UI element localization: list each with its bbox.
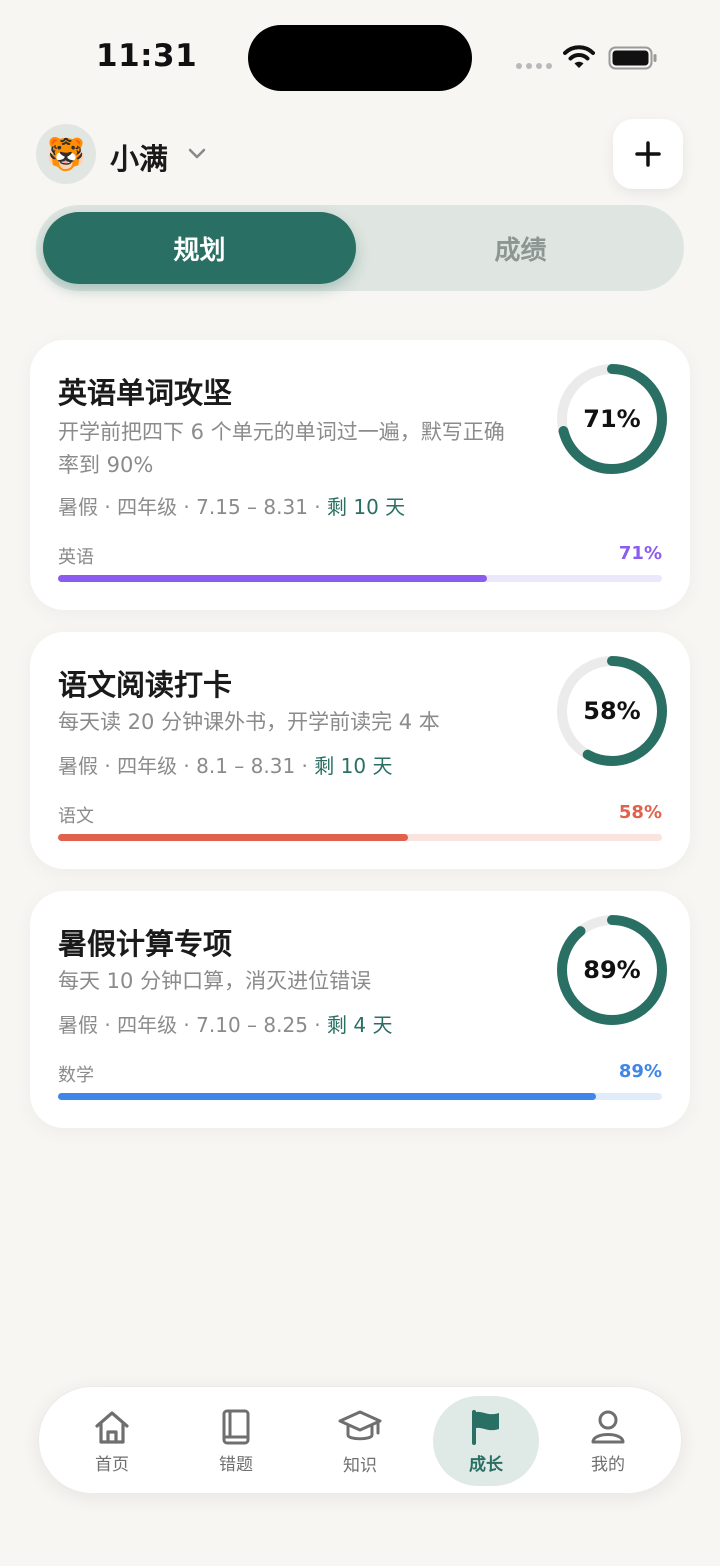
progress-percent: 71% [618, 543, 662, 564]
status-time: 11:31 [96, 38, 198, 74]
progress-ring: 89% [556, 914, 668, 1026]
progress-ring-label: 58% [583, 697, 641, 725]
nav-knowledge[interactable]: 知识 [305, 1387, 415, 1495]
nav-label: 知识 [343, 1455, 377, 1476]
nav-growth[interactable]: 成长 [431, 1387, 541, 1495]
plan-meta: 暑假 · 四年级 · 7.15 – 8.31 · 剩 10 天 [58, 491, 405, 520]
progress-bar-fill [58, 1093, 596, 1100]
add-plan-button[interactable] [613, 119, 683, 189]
nav-home[interactable]: 首页 [57, 1387, 167, 1495]
plan-title: 英语单词攻坚 [58, 376, 233, 410]
plan-card-math[interactable]: 暑假计算专项 每天 10 分钟口算，消灭进位错误 暑假 · 四年级 · 7.10… [30, 891, 690, 1128]
graduation-cap-icon [338, 1410, 382, 1440]
plan-description: 开学前把四下 6 个单元的单词过一遍，默写正确率到 90% [58, 420, 505, 477]
progress-ring-label: 71% [583, 405, 641, 433]
nav-label: 成长 [469, 1454, 503, 1475]
plan-title: 暑假计算专项 [58, 927, 233, 961]
nav-profile[interactable]: 我的 [553, 1387, 663, 1495]
progress-bar-fill [58, 834, 409, 841]
chevron-down-icon[interactable] [186, 142, 208, 164]
plan-meta: 暑假 · 四年级 · 7.10 – 8.25 · 剩 4 天 [58, 1009, 392, 1038]
progress-percent: 58% [618, 802, 662, 823]
person-icon [591, 1410, 625, 1443]
plan-card-english[interactable]: 英语单词攻坚 开学前把四下 6 个单元的单词过一遍，默写正确率到 90% 暑假 … [30, 340, 690, 610]
plan-meta-text: 暑假 · 四年级 · 7.15 – 8.31 · [58, 495, 327, 519]
plan-card-chinese[interactable]: 语文阅读打卡 每天读 20 分钟课外书，开学前读完 4 本 暑假 · 四年级 ·… [30, 632, 690, 869]
status-bar: 11:31 [0, 0, 720, 110]
days-remaining: 剩 4 天 [327, 1013, 393, 1037]
progress-percent: 89% [618, 1061, 662, 1082]
battery-icon [608, 46, 657, 70]
tab-plan[interactable]: 规划 [43, 212, 356, 284]
book-icon [222, 1409, 250, 1444]
nav-mistakes[interactable]: 错题 [181, 1387, 291, 1495]
home-icon [95, 1410, 129, 1444]
plan-description: 每天 10 分钟口算，消灭进位错误 [58, 969, 372, 993]
subject-label: 英语 [58, 547, 94, 568]
plan-meta-text: 暑假 · 四年级 · 7.10 – 8.25 · [58, 1013, 327, 1037]
progress-bar [58, 834, 662, 841]
plan-meta-text: 暑假 · 四年级 · 8.1 – 8.31 · [58, 754, 315, 778]
flag-icon [472, 1409, 499, 1445]
cellular-signal-icon [516, 63, 552, 69]
days-remaining: 剩 10 天 [327, 495, 406, 519]
days-remaining: 剩 10 天 [314, 754, 393, 778]
plus-icon [635, 141, 661, 167]
plan-meta: 暑假 · 四年级 · 8.1 – 8.31 · 剩 10 天 [58, 750, 392, 779]
plan-description: 每天读 20 分钟课外书，开学前读完 4 本 [58, 710, 440, 734]
user-name[interactable]: 小满 [110, 136, 168, 178]
progress-ring: 58% [556, 655, 668, 767]
nav-label: 首页 [95, 1454, 129, 1475]
plan-score-tabs: 规划 成绩 [36, 205, 684, 291]
bottom-tab-bar: 首页 错题 知识 成长 我的 [38, 1386, 682, 1494]
subject-label: 语文 [58, 806, 94, 827]
progress-ring: 71% [556, 363, 668, 475]
nav-label: 错题 [219, 1454, 253, 1475]
wifi-icon [563, 45, 595, 68]
progress-bar-fill [58, 575, 487, 582]
dynamic-island [248, 25, 472, 91]
progress-bar [58, 575, 662, 582]
nav-label: 我的 [591, 1454, 625, 1475]
progress-bar [58, 1093, 662, 1100]
tab-scores[interactable]: 成绩 [364, 212, 677, 284]
progress-ring-label: 89% [583, 956, 641, 984]
plan-title: 语文阅读打卡 [58, 668, 233, 702]
subject-label: 数学 [58, 1065, 94, 1086]
avatar[interactable]: 🐯 [36, 124, 96, 184]
tiger-avatar-icon: 🐯 [46, 135, 86, 173]
